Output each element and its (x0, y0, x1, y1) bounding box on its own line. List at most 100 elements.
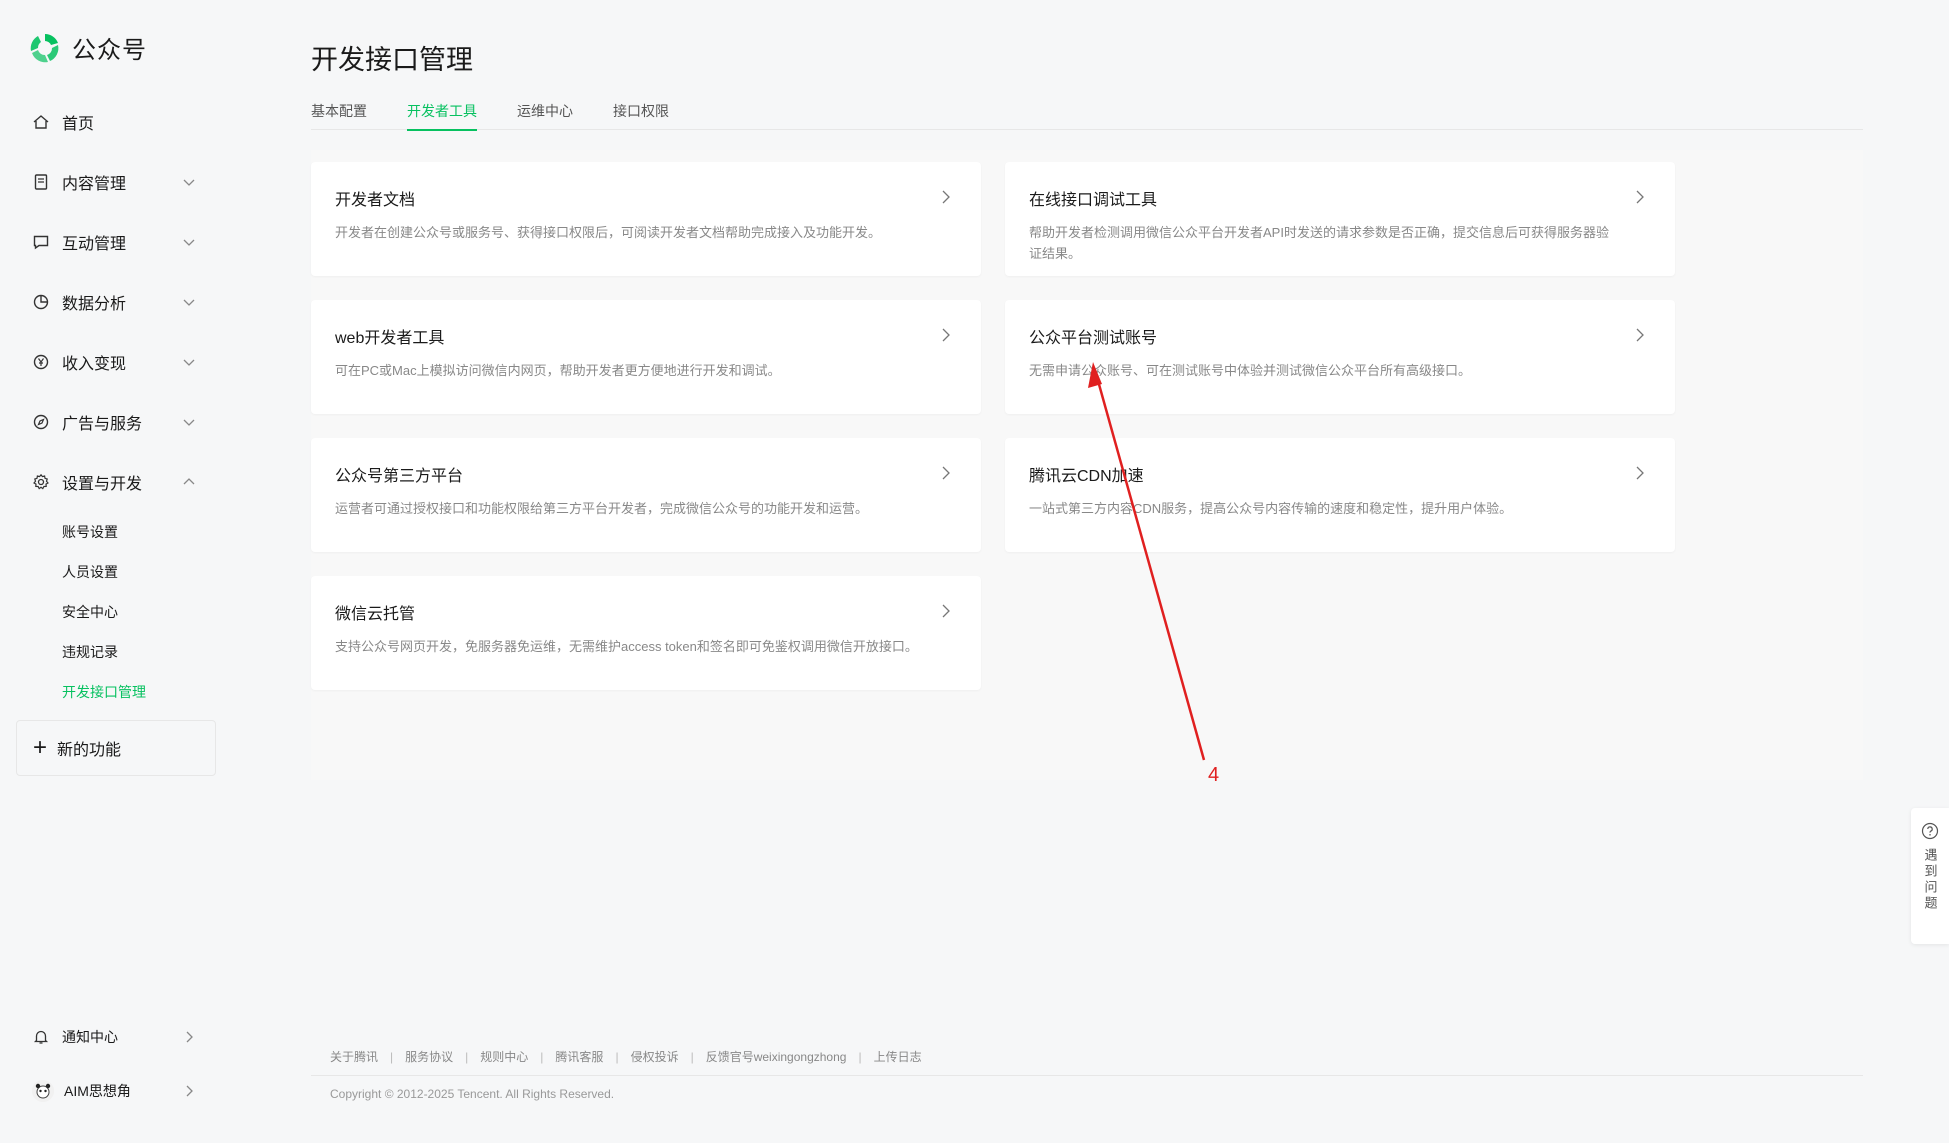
footer-link-feedback[interactable]: 反馈官号weixingongzhong (706, 1048, 847, 1065)
chevron-right-icon (942, 466, 950, 480)
question-circle-icon (1921, 822, 1939, 840)
app-logo[interactable]: 公众号 (28, 30, 147, 65)
chevron-right-icon (1636, 328, 1644, 342)
copyright-text: Copyright © 2012-2025 Tencent. All Right… (330, 1087, 615, 1101)
chevron-down-icon (183, 179, 195, 186)
footer-link-rules[interactable]: 规则中心 (480, 1048, 528, 1065)
chevron-right-icon (1636, 190, 1644, 204)
card-web-dev-tools[interactable]: web开发者工具 可在PC或Mac上模拟访问微信内网页，帮助开发者更方便地进行开… (311, 300, 981, 414)
sidebar-subitem-account-settings[interactable]: 账号设置 (62, 512, 216, 552)
footer-separator: | (690, 1049, 694, 1064)
card-title: 开发者文档 (335, 192, 416, 209)
sidebar: 公众号 首页 内容管理 互动管理 数据分析 收入变现 广告与服务 设置与开发 账… (0, 0, 240, 1143)
footer-links: 关于腾讯 | 服务协议 | 规则中心 | 腾讯客服 | 侵权投诉 | 反馈官号w… (330, 1048, 922, 1065)
help-float-button[interactable]: 遇到问题 (1911, 808, 1949, 944)
sidebar-item-label: 收入变现 (62, 356, 127, 373)
footer-divider (311, 1075, 1863, 1076)
sidebar-item-label: 数据分析 (62, 296, 127, 313)
sidebar-bottom: 通知中心 AIM思想角 (16, 1010, 216, 1118)
yen-icon (33, 354, 49, 370)
settings-submenu: 账号设置 人员设置 安全中心 违规记录 开发接口管理 (16, 512, 216, 712)
account-item[interactable]: AIM思想角 (16, 1064, 216, 1118)
tab-bar: 基本配置 开发者工具 运维中心 接口权限 (311, 100, 1863, 131)
chat-icon (33, 235, 49, 250)
tab-developer-tools[interactable]: 开发者工具 (407, 100, 477, 131)
chevron-right-icon (942, 604, 950, 618)
sidebar-item-label: 互动管理 (62, 236, 127, 253)
sidebar-item-label: 首页 (62, 116, 95, 133)
sidebar-item-content[interactable]: 内容管理 (16, 152, 216, 212)
chevron-right-icon (186, 1085, 193, 1097)
cards-area: 开发者文档 开发者在创建公众号或服务号、获得接口权限后，可阅读开发者文档帮助完成… (311, 150, 1863, 780)
avatar (32, 1080, 54, 1102)
card-description: 帮助开发者检测调用微信公众平台开发者API时发送的请求参数是否正确，提交信息后可… (1029, 225, 1609, 261)
sidebar-item-settings[interactable]: 设置与开发 (16, 452, 216, 512)
compass-icon (33, 414, 49, 430)
card-title: 腾讯云CDN加速 (1029, 468, 1144, 485)
document-icon (34, 174, 48, 190)
footer-separator: | (390, 1049, 394, 1064)
card-description: 开发者在创建公众号或服务号、获得接口权限后，可阅读开发者文档帮助完成接入及功能开… (335, 225, 882, 240)
plus-icon: + (33, 734, 48, 761)
chevron-up-icon (183, 478, 195, 485)
footer-separator: | (465, 1049, 469, 1064)
annotation-number: 4 (1208, 764, 1220, 786)
wechat-mp-logo-icon (30, 33, 59, 62)
card-tencent-cdn[interactable]: 腾讯云CDN加速 一站式第三方内容CDN服务，提高公众号内容传输的速度和稳定性，… (1005, 438, 1675, 552)
bell-icon (33, 1030, 49, 1044)
tab-interface-permissions[interactable]: 接口权限 (613, 100, 669, 130)
card-online-debug-tool[interactable]: 在线接口调试工具 帮助开发者检测调用微信公众平台开发者API时发送的请求参数是否… (1005, 162, 1675, 276)
card-test-account[interactable]: 公众平台测试账号 无需申请公众账号、可在测试账号中体验并测试微信公众平台所有高级… (1005, 300, 1675, 414)
main-content: 开发接口管理 基本配置 开发者工具 运维中心 接口权限 开发者文档 开发者在创建… (311, 0, 1863, 1143)
card-title: 公众平台测试账号 (1029, 330, 1158, 347)
sidebar-subitem-member-settings[interactable]: 人员设置 (62, 552, 216, 592)
footer-link-terms[interactable]: 服务协议 (405, 1048, 453, 1065)
card-description: 一站式第三方内容CDN服务，提高公众号内容传输的速度和稳定性，提升用户体验。 (1029, 501, 1513, 516)
footer-link-infringement[interactable]: 侵权投诉 (631, 1048, 679, 1065)
card-description: 可在PC或Mac上模拟访问微信内网页，帮助开发者更方便地进行开发和调试。 (335, 363, 781, 378)
sidebar-item-label: 广告与服务 (62, 416, 143, 433)
sidebar-nav: 首页 内容管理 互动管理 数据分析 收入变现 广告与服务 设置与开发 账号设置 … (16, 92, 216, 712)
sidebar-item-home[interactable]: 首页 (16, 92, 216, 152)
app-name: 公众号 (72, 37, 147, 64)
new-feature-label: 新的功能 (57, 742, 122, 759)
card-developer-docs[interactable]: 开发者文档 开发者在创建公众号或服务号、获得接口权限后，可阅读开发者文档帮助完成… (311, 162, 981, 276)
chevron-right-icon (1636, 466, 1644, 480)
card-description: 支持公众号网页开发，免服务器免运维，无需维护access token和签名即可免… (335, 639, 918, 654)
sidebar-subitem-violation-records[interactable]: 违规记录 (62, 632, 216, 672)
notification-center-item[interactable]: 通知中心 (16, 1010, 216, 1064)
chevron-down-icon (183, 419, 195, 426)
gear-icon (33, 473, 49, 490)
footer-link-about[interactable]: 关于腾讯 (330, 1048, 378, 1065)
new-feature-button[interactable]: + 新的功能 (16, 720, 216, 776)
card-title: 公众号第三方平台 (335, 468, 464, 485)
footer-separator: | (615, 1049, 619, 1064)
card-title: web开发者工具 (335, 330, 445, 347)
notification-center-label: 通知中心 (62, 1029, 118, 1045)
card-title: 在线接口调试工具 (1029, 192, 1158, 209)
pie-chart-icon (33, 294, 49, 310)
footer-link-support[interactable]: 腾讯客服 (555, 1048, 603, 1065)
account-name: AIM思想角 (64, 1083, 131, 1099)
sidebar-subitem-security-center[interactable]: 安全中心 (62, 592, 216, 632)
chevron-down-icon (183, 239, 195, 246)
chevron-right-icon (186, 1031, 193, 1043)
chevron-down-icon (183, 299, 195, 306)
sidebar-item-analytics[interactable]: 数据分析 (16, 272, 216, 332)
sidebar-item-interaction[interactable]: 互动管理 (16, 212, 216, 272)
chevron-right-icon (942, 190, 950, 204)
help-label: 遇到问题 (1922, 848, 1938, 912)
sidebar-subitem-dev-interface[interactable]: 开发接口管理 (62, 672, 216, 712)
footer-separator: | (540, 1049, 544, 1064)
footer-link-upload-log[interactable]: 上传日志 (874, 1048, 922, 1065)
card-wechat-cloud-hosting[interactable]: 微信云托管 支持公众号网页开发，免服务器免运维，无需维护access token… (311, 576, 981, 690)
card-third-party-platform[interactable]: 公众号第三方平台 运营者可通过授权接口和功能权限给第三方平台开发者，完成微信公众… (311, 438, 981, 552)
sidebar-item-ads[interactable]: 广告与服务 (16, 392, 216, 452)
sidebar-item-label: 内容管理 (62, 176, 127, 193)
card-description: 运营者可通过授权接口和功能权限给第三方平台开发者，完成微信公众号的功能开发和运营… (335, 501, 869, 516)
footer-separator: | (858, 1049, 862, 1064)
sidebar-item-monetization[interactable]: 收入变现 (16, 332, 216, 392)
tab-ops-center[interactable]: 运维中心 (517, 100, 573, 130)
chevron-down-icon (183, 359, 195, 366)
tab-basic-config[interactable]: 基本配置 (311, 100, 367, 130)
